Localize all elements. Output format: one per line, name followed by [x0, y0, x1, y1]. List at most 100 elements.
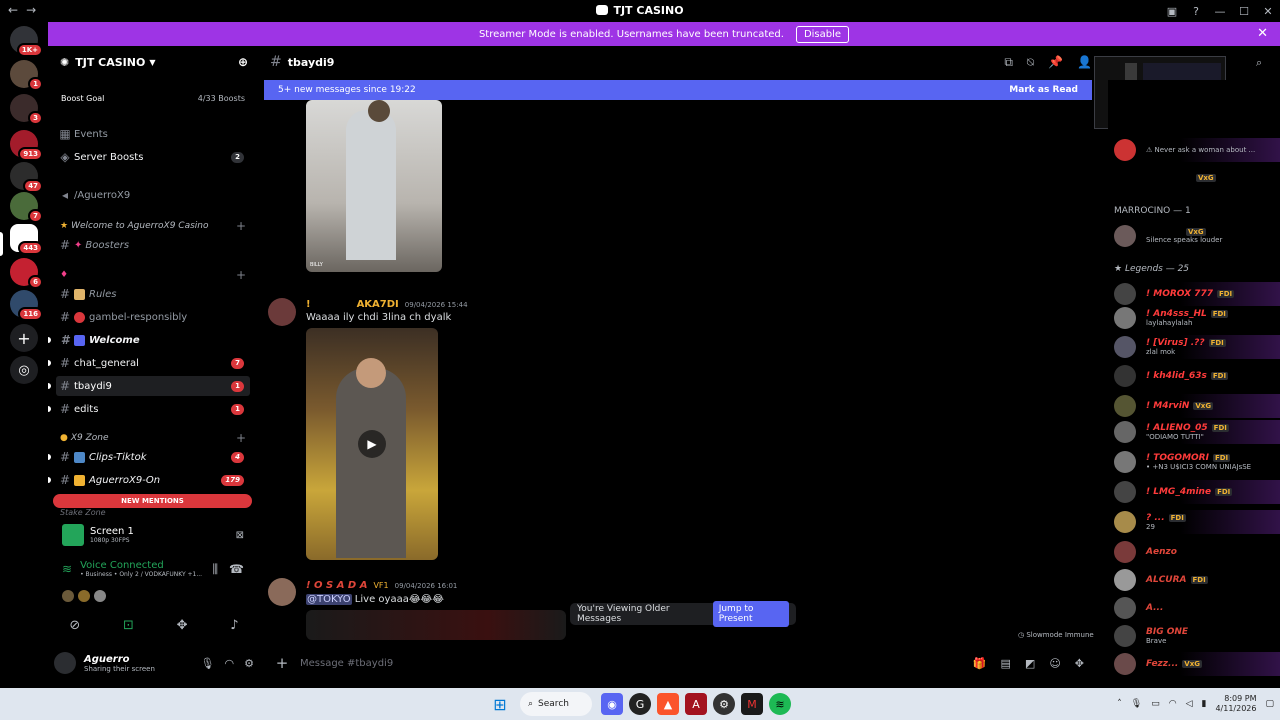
video-off-icon[interactable]: ⊘ — [69, 618, 80, 633]
microphone-icon[interactable]: 🎙 — [201, 657, 215, 670]
search-icon[interactable]: ⌕ — [1256, 56, 1262, 70]
maximize-button[interactable]: ☐ — [1232, 0, 1256, 22]
video-attachment[interactable] — [306, 610, 566, 640]
channel-rules[interactable]: # Rules — [56, 284, 250, 304]
member-item[interactable]: ! An4sss_HL FDI laylahaylalah — [1114, 306, 1280, 330]
member-item[interactable]: ! ALIENO_05 FDI "ODIAMO TUTTI" — [1114, 420, 1280, 444]
clock[interactable]: 8:09 PM 4/11/2026 — [1215, 694, 1256, 714]
message-author[interactable]: AKA7DI — [357, 299, 399, 310]
chevron-up-icon[interactable]: ˄ — [1117, 699, 1122, 709]
member-item[interactable]: BIG ONE Brave — [1114, 624, 1280, 648]
message-composer[interactable]: + Message #tbaydi9 🎁 ▤ ◩ ☺ ✥ — [264, 649, 1096, 677]
windows-start-icon[interactable]: ⊞ — [489, 693, 511, 715]
activities-icon[interactable]: ✥ — [177, 618, 188, 633]
emoji-icon[interactable]: ☺ — [1049, 657, 1060, 670]
server-icon[interactable]: 6 — [10, 258, 43, 289]
stop-stream-icon[interactable]: ⊠ — [236, 530, 244, 541]
soundboard-icon[interactable]: ♪ — [230, 618, 238, 633]
add-member-icon[interactable]: ⊕ — [238, 55, 248, 69]
member-item[interactable]: Fezz... VxG — [1114, 652, 1280, 676]
network-icon[interactable]: ◠ — [1169, 699, 1177, 709]
category-rules[interactable]: ♦ + — [60, 267, 250, 283]
channel-gambel-responsibly[interactable]: # gambel-responsibly — [56, 307, 250, 327]
mark-as-read-button[interactable]: Mark as Read — [1009, 85, 1078, 95]
disable-streamer-mode-button[interactable]: Disable — [795, 25, 850, 43]
member-item[interactable]: ! [Virus] .?? FDI zlal mok — [1114, 335, 1280, 359]
channel-chat-general[interactable]: # chat_general 7 — [48, 353, 250, 373]
server-boosts-item[interactable]: ◈ Server Boosts 2 — [56, 147, 250, 167]
volume-icon[interactable]: ◁ — [1186, 699, 1193, 709]
member-item[interactable]: ALCURA FDI — [1114, 568, 1280, 592]
member-item[interactable]: A... — [1114, 596, 1280, 620]
voice-connected-row[interactable]: ≋ Voice Connected • Business • Only 2 / … — [62, 560, 252, 578]
new-messages-bar[interactable]: 5+ new messages since 19:22 Mark as Read — [264, 80, 1092, 100]
headphones-icon[interactable]: ◠ — [225, 657, 235, 670]
server-icon[interactable]: 116 — [10, 290, 43, 321]
mute-bell-icon[interactable]: ⍉ — [1027, 55, 1034, 70]
app-taskbar-icon[interactable]: M — [741, 693, 763, 715]
member-item[interactable]: ⚠ Never ask a woman about ... — [1114, 138, 1280, 162]
channel-tbaydi9[interactable]: # tbaydi9 1 — [48, 376, 250, 396]
avatar[interactable] — [78, 590, 90, 602]
member-item[interactable]: VxG — [1114, 166, 1280, 190]
server-icon[interactable]: 1 — [10, 60, 43, 91]
battery-icon[interactable]: ▮ — [1202, 699, 1207, 709]
attach-plus-icon[interactable]: + — [264, 654, 300, 672]
member-item[interactable]: ! TOGOMORI FDI • ﻿+N3 U$ICI3 COMN UNIAJsSE — [1114, 450, 1280, 474]
voice-channel-aguerro[interactable]: ◂ /AguerroX9 — [56, 185, 250, 205]
threads-icon[interactable]: ⧉ — [1004, 55, 1013, 70]
add-channel-icon[interactable]: + — [236, 219, 246, 233]
server-icon[interactable]: 7 — [10, 192, 43, 223]
close-window-button[interactable]: ✕ — [1256, 0, 1280, 22]
screen-share-row[interactable]: Screen 1 1080p 30FPS ⊠ — [62, 524, 252, 546]
microphone-icon[interactable]: 🎙 — [1131, 699, 1142, 709]
channel-aguerrox9-on[interactable]: # AguerroX9-On 179 — [48, 470, 250, 490]
spotify-taskbar-icon[interactable]: ≋ — [769, 693, 791, 715]
avatar[interactable] — [54, 652, 76, 674]
channel-welcome[interactable]: # Welcome — [48, 330, 250, 350]
member-item[interactable]: ! M4rviN VxG — [1114, 394, 1280, 418]
minimize-button[interactable]: — — [1208, 0, 1232, 22]
taskbar-search[interactable]: ⌕ Search — [520, 692, 592, 716]
member-item[interactable]: ! kh4lid_63s FDI — [1114, 364, 1280, 388]
play-icon[interactable]: ▶ — [358, 430, 386, 458]
inbox-icon[interactable]: ▣ — [1160, 0, 1184, 22]
channel-edits[interactable]: # edits 1 — [48, 399, 250, 419]
notification-icon[interactable]: ▢ — [1265, 699, 1274, 709]
channel-boosters[interactable]: # ✦ Boosters — [56, 235, 250, 255]
noise-suppression-icon[interactable]: ⫼ — [212, 562, 218, 577]
help-icon[interactable]: ? — [1184, 0, 1208, 22]
discover-icon[interactable]: ◎ — [10, 356, 38, 384]
add-server-icon[interactable]: + — [10, 324, 38, 352]
user-mention[interactable]: @TOKYO — [306, 594, 352, 605]
app-taskbar-icon[interactable]: G — [629, 693, 651, 715]
member-list-icon[interactable]: 👤 — [1077, 55, 1092, 70]
member-item[interactable]: ? ... FDI 29 — [1114, 510, 1280, 534]
video-attachment[interactable]: BILLY — [306, 100, 442, 272]
user-panel[interactable]: Aguerro Sharing their screen 🎙 ◠ ⚙ — [54, 652, 254, 674]
avatar[interactable] — [268, 298, 296, 326]
events-item[interactable]: ▦ Events — [56, 124, 250, 144]
member-item[interactable]: ! LMG_4mine FDI — [1114, 480, 1280, 504]
guild-header[interactable]: ✺ TJT CASINO ▼ ⊕ — [48, 46, 260, 78]
home-button[interactable]: 1K+ — [10, 26, 43, 57]
pin-icon[interactable]: 📌 — [1048, 55, 1063, 70]
server-icon[interactable]: 47 — [10, 162, 43, 193]
acrobat-taskbar-icon[interactable]: A — [685, 693, 707, 715]
member-item[interactable]: ! MOROX 777 FDI — [1114, 282, 1280, 306]
disconnect-icon[interactable]: ☎ — [229, 562, 244, 576]
category-x9-zone[interactable]: ● X9 Zone + — [60, 430, 250, 446]
message-input[interactable]: Message #tbaydi9 — [300, 658, 393, 669]
brave-taskbar-icon[interactable]: ▲ — [657, 693, 679, 715]
gif-icon[interactable]: ▤ — [1001, 657, 1011, 670]
message-author[interactable]: ! O S A D A — [306, 580, 367, 591]
server-icon[interactable]: 3 — [10, 94, 43, 125]
server-icon-stake[interactable]: 443 — [10, 224, 43, 255]
avatar[interactable] — [268, 578, 296, 606]
jump-to-present-button[interactable]: Jump to Present — [712, 601, 789, 627]
add-channel-icon[interactable]: + — [236, 431, 246, 445]
steam-taskbar-icon[interactable]: ⚙ — [713, 693, 735, 715]
discord-taskbar-icon[interactable]: ◉ — [601, 693, 623, 715]
member-item[interactable]: Aenzo — [1114, 540, 1280, 564]
apps-icon[interactable]: ✥ — [1075, 657, 1084, 670]
